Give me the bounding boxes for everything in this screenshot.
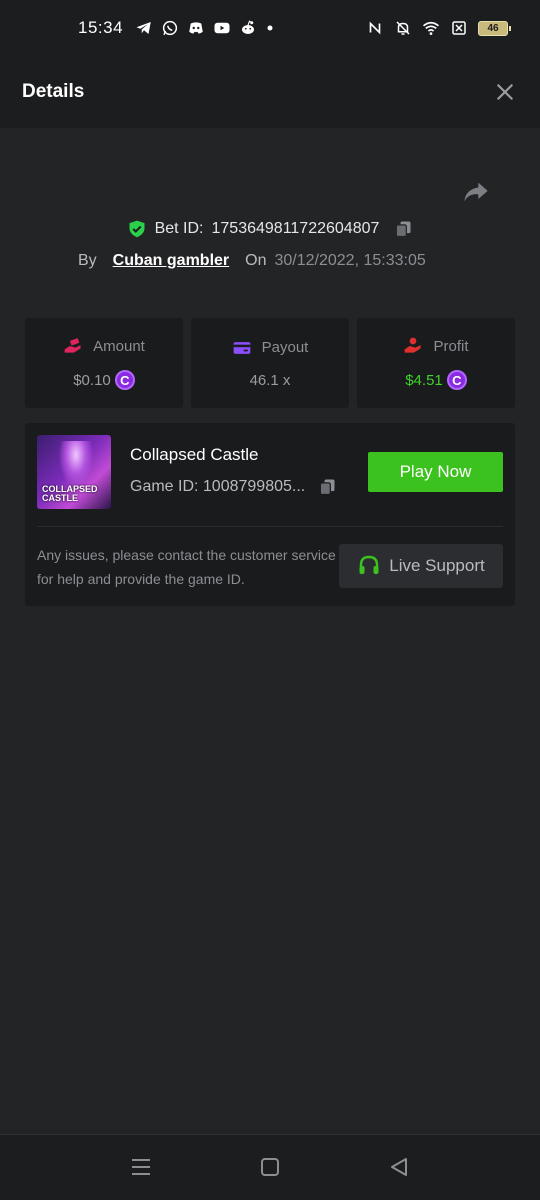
home-icon[interactable] (258, 1155, 282, 1179)
help-text: Any issues, please contact the customer … (37, 547, 336, 587)
bet-datetime: 30/12/2022, 15:33:05 (274, 252, 426, 269)
reddit-icon (242, 20, 255, 34)
system-nav-bar (0, 1134, 540, 1200)
status-app-icons (135, 19, 275, 37)
play-now-button[interactable]: Play Now (368, 452, 503, 492)
on-label: On (245, 252, 267, 269)
profit-label: Profit (433, 337, 469, 355)
whatsapp-icon (162, 20, 178, 36)
profit-card: Profit $4.51 C (357, 318, 515, 408)
details-header: Details (0, 56, 540, 128)
headset-icon (359, 555, 379, 574)
game-id: Game ID: 1008799805... (130, 478, 306, 495)
live-support-label: Live Support (389, 556, 485, 575)
wifi-icon (422, 21, 440, 35)
battery-level: 46 (487, 22, 499, 34)
amount-value: $0.10 (73, 371, 111, 389)
discord-icon (189, 22, 203, 34)
battery-icon: 46 (478, 20, 511, 36)
share-button[interactable] (462, 178, 490, 206)
bet-id-row: Bet ID: 1753649811722604807 (0, 214, 540, 244)
page-title: Details (22, 81, 85, 102)
game-thumbnail[interactable]: COLLAPSED CASTLE (37, 435, 111, 509)
game-card: COLLAPSED CASTLE Collapsed Castle Game I… (25, 423, 515, 606)
copy-icon[interactable] (393, 219, 413, 239)
hand-money-icon (64, 338, 81, 353)
bet-id-value: 1753649811722604807 (211, 220, 380, 237)
game-id-row: Game ID: 1008799805... (130, 477, 337, 497)
amount-label: Amount (93, 337, 145, 355)
youtube-icon (214, 22, 230, 34)
divider (37, 526, 503, 527)
dot-icon (267, 25, 273, 31)
thumbnail-text-2: CASTLE (42, 493, 78, 503)
thumbnail-logo: COLLAPSED CASTLE (42, 485, 98, 503)
recents-icon[interactable] (129, 1155, 153, 1179)
close-button[interactable] (494, 81, 516, 103)
payout-label: Payout (261, 339, 309, 356)
game-name: Collapsed Castle (130, 445, 259, 464)
payout-value: 46.1 x (249, 371, 291, 389)
bet-id-label: Bet ID: (154, 220, 204, 237)
user-link[interactable]: Cuban gambler (113, 252, 229, 270)
bet-stats: Amount $0.10 C Payout 46.1 x Profit $4.5… (25, 318, 515, 408)
bet-meta-row: By Cuban gambler On 30/12/2022, 15:33:05 (78, 248, 426, 274)
by-label: By (78, 252, 97, 269)
close-icon (497, 84, 513, 100)
nfc-icon (369, 21, 381, 35)
telegram-icon (136, 22, 151, 34)
status-time: 15:34 (78, 18, 124, 37)
hand-coins-icon (405, 337, 421, 353)
coin-icon: C (446, 370, 467, 390)
status-system-icons: 46 (366, 0, 511, 56)
amount-card: Amount $0.10 C (25, 318, 183, 408)
back-icon[interactable] (387, 1155, 411, 1179)
shield-check-icon (129, 220, 145, 238)
bell-off-icon (396, 21, 410, 35)
status-bar: 15:34 46 (0, 0, 540, 56)
payout-card: Payout 46.1 x (191, 318, 349, 408)
card-icon (233, 341, 250, 354)
copy-icon[interactable] (317, 477, 337, 497)
profit-value: $4.51 (405, 371, 443, 389)
coin-icon: C (114, 370, 135, 390)
sim-off-icon (452, 21, 466, 35)
live-support-button[interactable]: Live Support (339, 544, 503, 588)
share-icon (464, 182, 488, 202)
thumbnail-figure (59, 441, 93, 487)
